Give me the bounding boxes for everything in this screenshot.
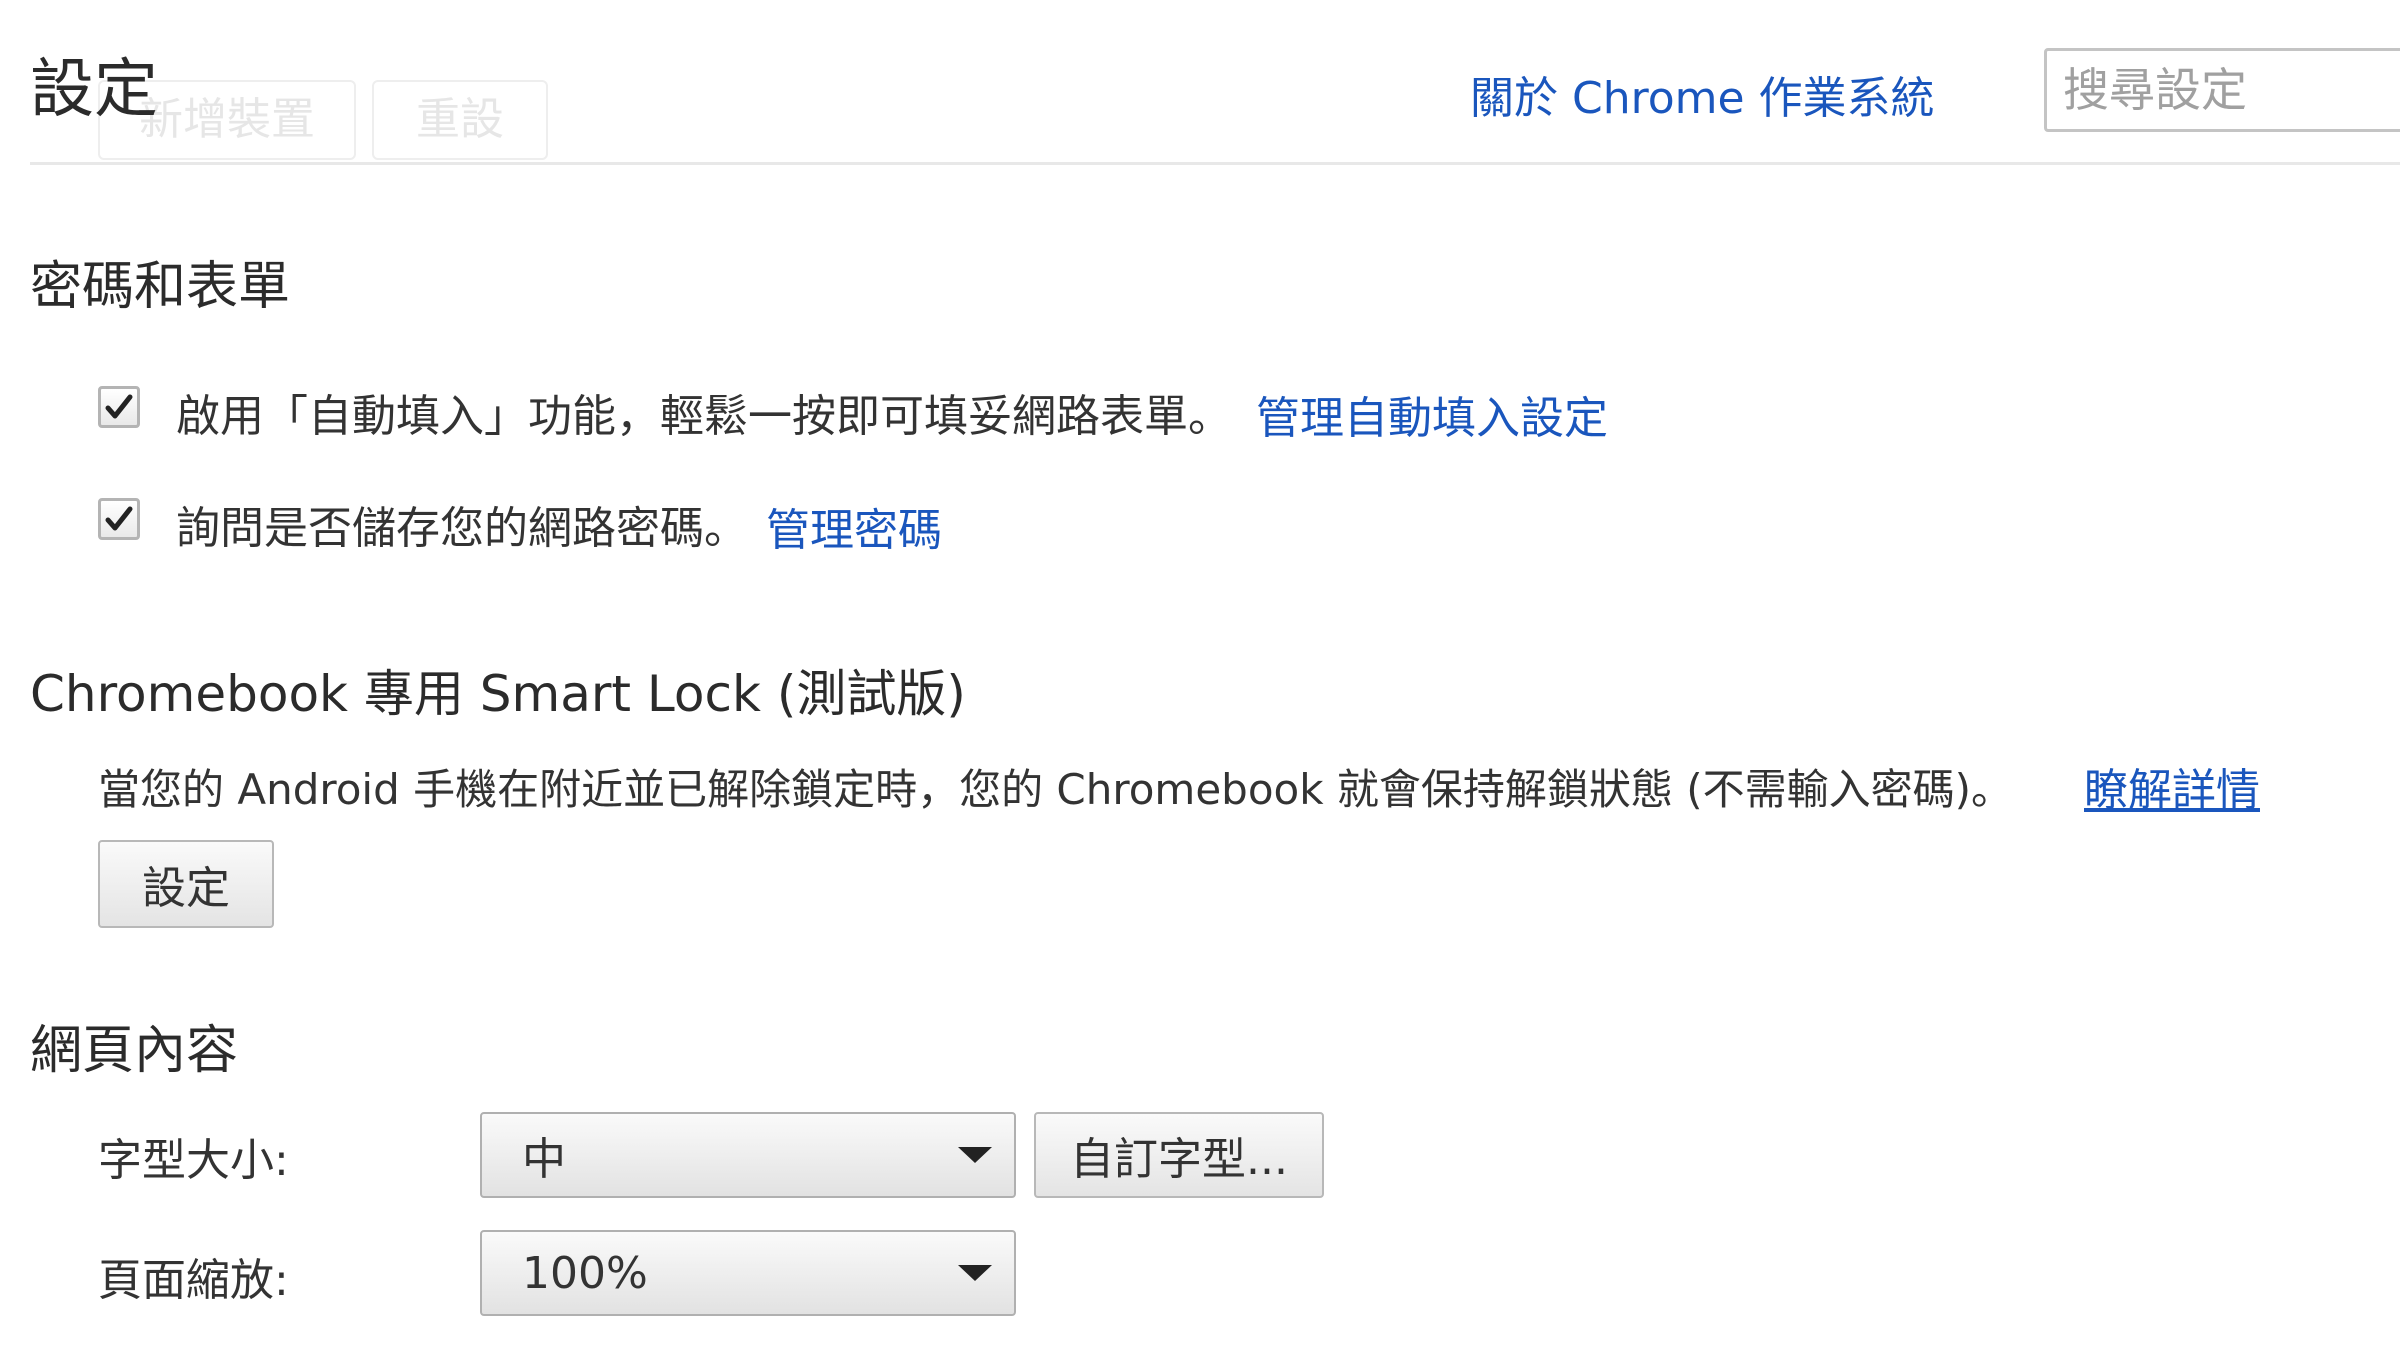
autofill-checkbox[interactable] bbox=[98, 386, 140, 428]
font-size-value: 中 bbox=[522, 1134, 566, 1185]
search-settings-input[interactable] bbox=[2044, 48, 2400, 132]
page-zoom-value: 100% bbox=[522, 1247, 648, 1299]
about-chrome-os-link[interactable]: 關於 Chrome 作業系統 bbox=[1470, 62, 1935, 126]
checkmark-icon bbox=[105, 394, 133, 419]
smart-lock-description: 當您的 Android 手機在附近並已解除鎖定時，您的 Chromebook 就… bbox=[98, 765, 2014, 814]
section-title-smart-lock: Chromebook 專用 Smart Lock (測試版) bbox=[30, 665, 966, 723]
section-title-passwords-forms: 密碼和表單 bbox=[30, 257, 291, 317]
save-passwords-label: 詢問是否儲存您的網路密碼。 bbox=[176, 503, 748, 554]
save-passwords-checkbox[interactable] bbox=[98, 498, 140, 540]
section-title-web-content: 網頁內容 bbox=[30, 1021, 239, 1081]
page-zoom-label: 頁面縮放: bbox=[98, 1255, 289, 1306]
smart-lock-setup-button[interactable]: 設定 bbox=[98, 840, 274, 928]
header-divider bbox=[30, 162, 2400, 165]
customize-fonts-button[interactable]: 自訂字型... bbox=[1034, 1112, 1324, 1198]
page-zoom-select[interactable]: 100% bbox=[480, 1230, 1016, 1316]
autofill-label: 啟用「自動填入」功能，輕鬆一按即可填妥網路表單。 bbox=[176, 391, 1232, 442]
font-size-label: 字型大小: bbox=[98, 1135, 289, 1186]
chevron-down-icon bbox=[958, 1265, 992, 1281]
learn-more-link[interactable]: 瞭解詳情 bbox=[2084, 754, 2260, 818]
checkmark-icon bbox=[105, 506, 133, 531]
manage-autofill-link[interactable]: 管理自動填入設定 bbox=[1256, 382, 1608, 446]
font-size-select[interactable]: 中 bbox=[480, 1112, 1016, 1198]
page-title: 設定 bbox=[30, 53, 158, 127]
chevron-down-icon bbox=[958, 1147, 992, 1163]
ghost-reset-button: 重設 bbox=[372, 80, 548, 160]
manage-passwords-link[interactable]: 管理密碼 bbox=[766, 494, 942, 558]
